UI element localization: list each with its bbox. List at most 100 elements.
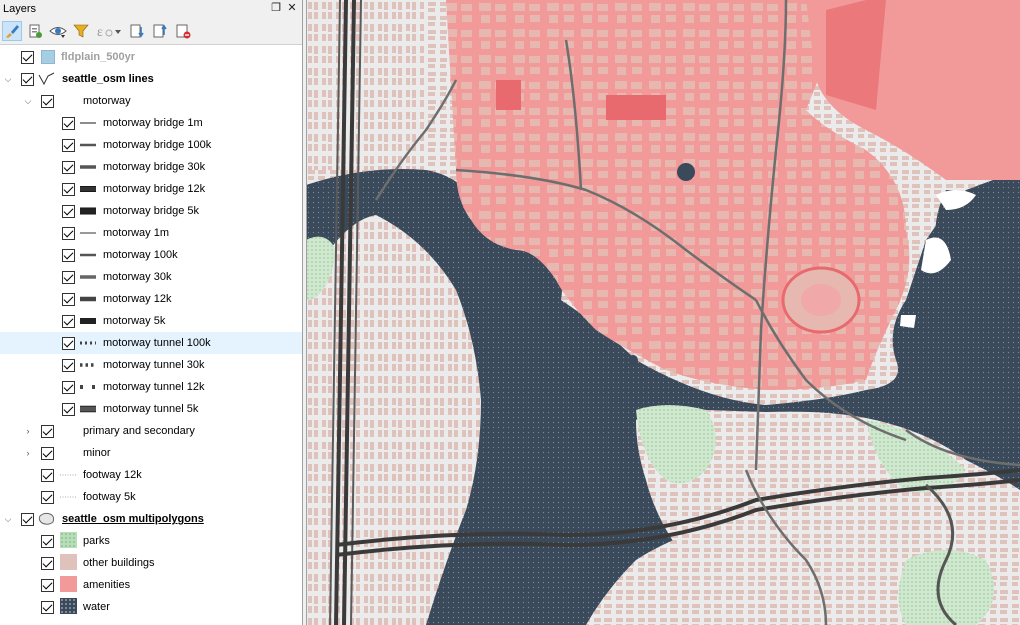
line-layer-icon (38, 72, 56, 86)
line-symbol-icon (79, 204, 97, 218)
layer-label: motorway tunnel 5k (103, 403, 199, 415)
style-brush-icon[interactable] (2, 21, 22, 41)
filter-icon[interactable] (71, 21, 91, 41)
layer-row-motorway[interactable]: ⌵ motorway (0, 90, 302, 112)
neighborhood-northwest (306, 0, 426, 170)
float-panel-button[interactable]: ❐ (270, 1, 282, 15)
layer-row-motorway-item[interactable]: motorway tunnel 30k (0, 354, 302, 376)
line-symbol-icon (79, 358, 97, 372)
layer-checkbox[interactable] (21, 73, 34, 86)
pond (628, 355, 638, 365)
layer-checkbox[interactable] (62, 117, 75, 130)
layer-row-motorway-item[interactable]: motorway bridge 100k (0, 134, 302, 156)
layer-checkbox[interactable] (62, 337, 75, 350)
polygon-layer-icon (38, 512, 56, 526)
layer-checkbox[interactable] (41, 425, 54, 438)
layer-checkbox[interactable] (62, 381, 75, 394)
layer-checkbox[interactable] (41, 535, 54, 548)
expand-all-icon[interactable] (127, 21, 147, 41)
expand-arrow-icon[interactable]: › (23, 426, 33, 436)
layer-row-motorway-item[interactable]: motorway 1m (0, 222, 302, 244)
line-symbol-icon (79, 402, 97, 416)
layer-checkbox[interactable] (21, 51, 34, 64)
layer-checkbox[interactable] (62, 315, 75, 328)
layer-checkbox[interactable] (41, 579, 54, 592)
add-group-icon[interactable] (25, 21, 45, 41)
collapse-all-icon[interactable] (150, 21, 170, 41)
layer-checkbox[interactable] (41, 601, 54, 614)
layer-label: motorway tunnel 100k (103, 337, 211, 349)
layer-row-polygon-item[interactable]: other buildings (0, 552, 302, 574)
line-symbol-icon (79, 336, 97, 350)
layer-row-fldplain[interactable]: fldplain_500yr (0, 46, 302, 68)
close-panel-button[interactable]: ✕ (286, 1, 298, 15)
layer-row-minor[interactable]: › minor (0, 442, 302, 464)
layer-row-polygon-item[interactable]: water (0, 596, 302, 618)
map-canvas[interactable] (306, 0, 1020, 625)
layer-row-motorway-item[interactable]: motorway tunnel 100k (0, 332, 302, 354)
layer-tree: fldplain_500yr ⌵ seattle_osm lines ⌵ mot… (0, 46, 302, 625)
expression-filter-icon[interactable]: ε (94, 21, 124, 41)
layer-row-motorway-item[interactable]: motorway bridge 12k (0, 178, 302, 200)
layers-panel: Layers ❐ ✕ ε fldplain_500yr ⌵ seattle_os… (0, 0, 303, 625)
fill-swatch (41, 50, 55, 64)
layers-toolbar: ε (0, 18, 302, 45)
line-symbol-icon (79, 314, 97, 328)
fill-swatch-icon (59, 576, 77, 592)
layer-label: motorway (83, 95, 131, 107)
layer-row-motorway-item[interactable]: motorway 12k (0, 288, 302, 310)
layer-checkbox[interactable] (41, 491, 54, 504)
layer-checkbox[interactable] (62, 359, 75, 372)
layer-label: motorway 30k (103, 271, 172, 283)
layer-label: primary and secondary (83, 425, 195, 437)
layer-checkbox[interactable] (21, 513, 34, 526)
remove-layer-icon[interactable] (173, 21, 193, 41)
layer-row-motorway-item[interactable]: motorway bridge 30k (0, 156, 302, 178)
eye-visibility-icon[interactable] (48, 21, 68, 41)
layer-row-motorway-item[interactable]: motorway 100k (0, 244, 302, 266)
dotted-line-symbol (59, 490, 77, 504)
layer-label: footway 5k (83, 491, 136, 503)
layer-checkbox[interactable] (62, 161, 75, 174)
layer-row-polygons-group[interactable]: ⌵ seattle_osm multipolygons (0, 508, 302, 530)
layer-row-motorway-item[interactable]: motorway 5k (0, 310, 302, 332)
layer-row-motorway-item[interactable]: motorway tunnel 12k (0, 376, 302, 398)
layer-row-motorway-item[interactable]: motorway bridge 1m (0, 112, 302, 134)
map-render[interactable] (306, 0, 1020, 625)
layer-row-lines-group[interactable]: ⌵ seattle_osm lines (0, 68, 302, 90)
layer-checkbox[interactable] (62, 293, 75, 306)
line-symbol-icon (79, 116, 97, 130)
layer-checkbox[interactable] (62, 183, 75, 196)
layer-row-motorway-item[interactable]: motorway bridge 5k (0, 200, 302, 222)
panel-title: Layers (3, 3, 37, 15)
collapse-arrow-icon[interactable]: ⌵ (23, 96, 33, 106)
layer-label: water (83, 601, 110, 613)
layer-checkbox[interactable] (41, 447, 54, 460)
expand-arrow-icon[interactable]: › (23, 448, 33, 458)
layer-checkbox[interactable] (62, 403, 75, 416)
line-symbol-icon (79, 292, 97, 306)
layer-row-footway-5k[interactable]: footway 5k (0, 486, 302, 508)
layer-row-polygon-item[interactable]: parks (0, 530, 302, 552)
collapse-arrow-icon[interactable]: ⌵ (3, 74, 13, 84)
fill-swatch-icon (59, 598, 77, 614)
layer-row-polygon-item[interactable]: amenities (0, 574, 302, 596)
layer-checkbox[interactable] (62, 271, 75, 284)
layer-row-motorway-item[interactable]: motorway 30k (0, 266, 302, 288)
layer-checkbox[interactable] (62, 227, 75, 240)
layer-checkbox[interactable] (41, 95, 54, 108)
line-symbol-icon (79, 380, 97, 394)
layer-label: amenities (83, 579, 131, 591)
layer-checkbox[interactable] (62, 249, 75, 262)
layer-label: motorway tunnel 30k (103, 359, 205, 371)
layer-label: parks (83, 535, 110, 547)
layer-checkbox[interactable] (62, 139, 75, 152)
layer-row-motorway-item[interactable]: motorway tunnel 5k (0, 398, 302, 420)
layer-row-footway-12k[interactable]: footway 12k (0, 464, 302, 486)
layer-row-primary[interactable]: › primary and secondary (0, 420, 302, 442)
layer-label: footway 12k (83, 469, 142, 481)
collapse-arrow-icon[interactable]: ⌵ (3, 514, 13, 524)
layer-checkbox[interactable] (41, 557, 54, 570)
layer-checkbox[interactable] (41, 469, 54, 482)
layer-checkbox[interactable] (62, 205, 75, 218)
